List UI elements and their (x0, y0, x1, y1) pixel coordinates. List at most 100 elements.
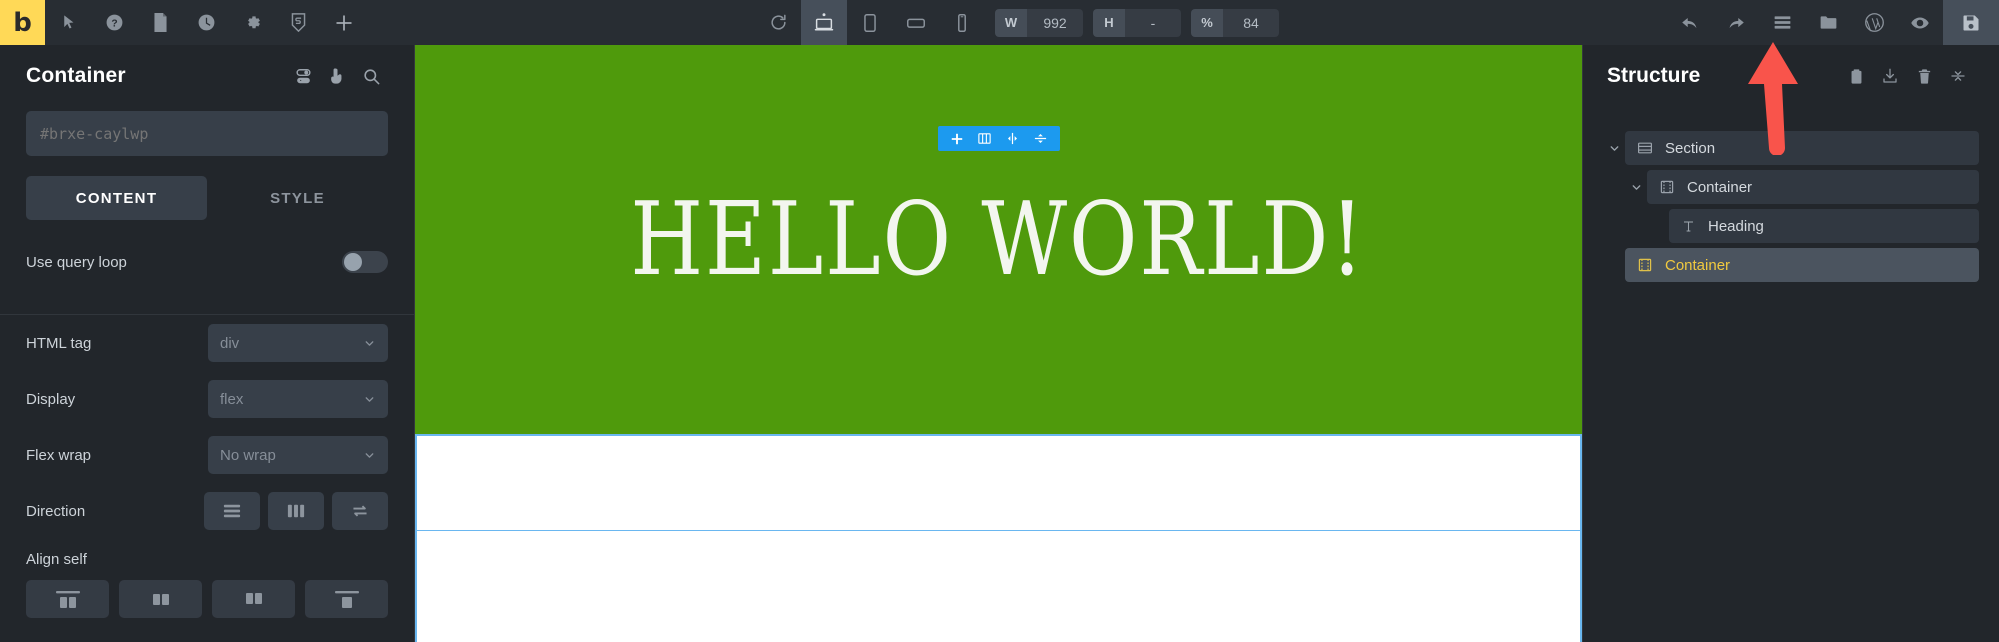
preview-eye-icon[interactable] (1897, 0, 1943, 45)
wordpress-icon[interactable] (1851, 0, 1897, 45)
direction-column-icon[interactable] (268, 492, 324, 530)
display-label: Display (26, 391, 208, 408)
chevron-down-icon[interactable] (1603, 142, 1625, 155)
flex-wrap-row: Flex wrap No wrap (0, 427, 414, 483)
redo-icon[interactable] (1713, 0, 1759, 45)
selected-container-outline[interactable] (415, 434, 1582, 642)
device-desktop-icon[interactable] (801, 0, 847, 45)
tree-item-heading[interactable]: Heading (1669, 209, 1979, 243)
columns-icon[interactable] (972, 126, 998, 151)
container-icon (1659, 179, 1675, 195)
device-tablet-portrait-icon[interactable] (847, 0, 893, 45)
tree-item-label: Container (1665, 257, 1730, 274)
html-tag-select[interactable]: div (208, 324, 388, 362)
panel-header: Container (0, 45, 414, 107)
tree-item-label: Section (1665, 140, 1715, 157)
tree-row-container-parent[interactable]: Container (1625, 170, 1979, 204)
hero-section[interactable]: HELLO WORLD! (415, 45, 1582, 434)
chevron-down-icon (363, 393, 376, 406)
align-self-flex-start-icon[interactable] (26, 580, 109, 618)
help-icon[interactable]: ? (91, 0, 137, 45)
tree-item-section[interactable]: Section (1625, 131, 1979, 165)
height-label: H (1093, 9, 1125, 37)
element-id-input[interactable] (40, 125, 374, 143)
query-loop-label: Use query loop (26, 254, 342, 271)
structure-panel: Structure Section (1582, 45, 1999, 642)
save-button[interactable] (1943, 0, 1999, 45)
html-tag-row: HTML tag div (0, 315, 414, 371)
tree-item-container-selected[interactable]: Container (1625, 248, 1979, 282)
top-toolbar: b ? W 992 H (0, 0, 1999, 45)
collapse-all-icon[interactable] (1941, 59, 1975, 93)
width-value[interactable]: 992 (1027, 9, 1083, 37)
structure-header: Structure (1583, 45, 1999, 107)
html-tag-label: HTML tag (26, 335, 208, 352)
import-icon[interactable] (1873, 59, 1907, 93)
tree-item-container[interactable]: Container (1647, 170, 1979, 204)
logo-glyph: b (13, 10, 32, 36)
tab-style[interactable]: STYLE (207, 176, 388, 220)
add-icon[interactable] (321, 0, 367, 45)
cursor-icon[interactable] (45, 0, 91, 45)
tree-row-section[interactable]: Section (1603, 131, 1979, 165)
bricks-logo[interactable]: b (0, 0, 45, 45)
structure-icon[interactable] (1759, 0, 1805, 45)
settings-icon[interactable] (229, 0, 275, 45)
search-icon[interactable] (354, 59, 388, 93)
device-mobile-icon[interactable] (939, 0, 985, 45)
align-self-stretch-icon[interactable] (305, 580, 388, 618)
align-horizontal-icon[interactable] (1000, 126, 1026, 151)
tree-row-heading[interactable]: Heading (1647, 209, 1979, 243)
query-loop-row: Use query loop (0, 234, 414, 290)
query-loop-toggle[interactable] (342, 251, 388, 273)
display-select[interactable]: flex (208, 380, 388, 418)
add-element-icon[interactable] (944, 126, 970, 151)
zoom-field-group[interactable]: % 84 (1191, 9, 1279, 37)
height-value[interactable]: - (1125, 9, 1181, 37)
height-field-group[interactable]: H - (1093, 9, 1181, 37)
align-self-center-icon[interactable] (119, 580, 202, 618)
align-self-button-group (0, 574, 414, 618)
width-label: W (995, 9, 1027, 37)
zoom-value[interactable]: 84 (1223, 9, 1279, 37)
container-icon (1637, 257, 1653, 273)
reload-icon[interactable] (755, 0, 801, 45)
tab-content[interactable]: CONTENT (26, 176, 207, 220)
tree-row-container-selected[interactable]: Container (1603, 248, 1979, 282)
html-tag-value: div (220, 335, 363, 352)
undo-icon[interactable] (1667, 0, 1713, 45)
display-row: Display flex (0, 371, 414, 427)
chevron-down-icon (363, 337, 376, 350)
direction-label: Direction (26, 503, 204, 520)
svg-text:?: ? (111, 18, 117, 29)
page-icon[interactable] (137, 0, 183, 45)
editor-canvas[interactable]: HELLO WORLD! (415, 45, 1582, 642)
hero-heading[interactable]: HELLO WORLD! (631, 181, 1366, 299)
structure-title: Structure (1607, 64, 1839, 88)
flex-wrap-select[interactable]: No wrap (208, 436, 388, 474)
direction-row: Direction (0, 483, 414, 539)
css-icon[interactable] (275, 0, 321, 45)
templates-folder-icon[interactable] (1805, 0, 1851, 45)
delete-icon[interactable] (1907, 59, 1941, 93)
flex-wrap-label: Flex wrap (26, 447, 208, 464)
tree-item-label: Heading (1708, 218, 1764, 235)
width-field-group[interactable]: W 992 (995, 9, 1083, 37)
history-icon[interactable] (183, 0, 229, 45)
direction-button-group (204, 492, 388, 530)
element-id-field[interactable] (26, 111, 388, 156)
direction-row-icon[interactable] (204, 492, 260, 530)
align-vertical-icon[interactable] (1028, 126, 1054, 151)
panel-title: Container (26, 64, 286, 88)
zoom-label: % (1191, 9, 1223, 37)
direction-reverse-icon[interactable] (332, 492, 388, 530)
element-quick-toolbar (938, 126, 1060, 151)
toggle-settings-icon[interactable] (286, 59, 320, 93)
align-self-flex-end-icon[interactable] (212, 580, 295, 618)
element-settings-panel: Container CONTENT STYLE Use query loop H… (0, 45, 415, 642)
section-icon (1637, 140, 1653, 156)
interaction-pointer-icon[interactable] (320, 59, 354, 93)
copy-icon[interactable] (1839, 59, 1873, 93)
device-tablet-landscape-icon[interactable] (893, 0, 939, 45)
chevron-down-icon[interactable] (1625, 181, 1647, 194)
